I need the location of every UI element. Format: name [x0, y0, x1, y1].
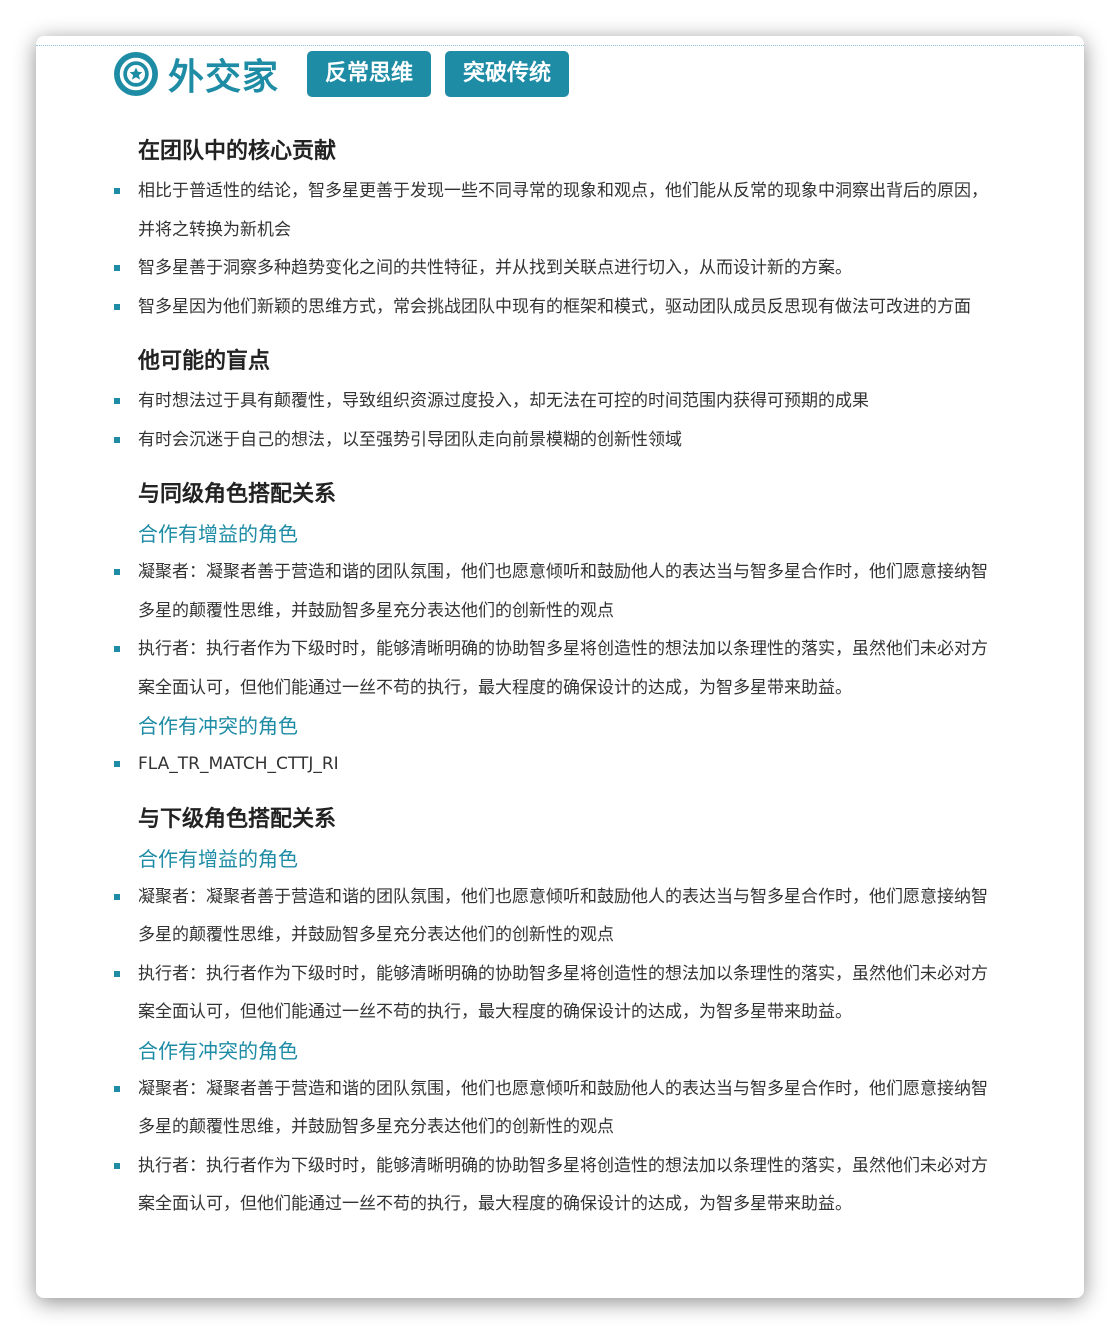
bullet-square-icon: [114, 436, 120, 443]
section-title: 与下级角色搭配关系: [138, 806, 337, 832]
role-title: 外交家: [168, 57, 280, 98]
bullet-square-icon: [114, 1162, 120, 1169]
section-title: 他可能的盲点: [138, 349, 271, 374]
peer-role-section: 与同级角色搭配关系 合作有增益的角色 凝聚者：凝聚者善于营造和谐的团队氛围，他们…: [114, 475, 1004, 784]
role-card: 外交家 反常思维 突破传统 在团队中的核心贡献 相比于普适性的结论，智多星更善于…: [36, 36, 1084, 1298]
bullet-square-icon: [114, 646, 120, 652]
subordinate-role-section: 与下级角色搭配关系 合作有增益的角色 凝聚者：凝聚者善于营造和谐的团队氛围，他们…: [114, 800, 1004, 1224]
bullet-square-icon: [114, 188, 120, 194]
bullet-list: FLA_TR_MATCH_CTTJ_RI: [114, 745, 1004, 784]
section-title: 与同级角色搭配关系: [138, 482, 337, 507]
bullet-square-icon: [114, 303, 120, 310]
bullet-square-icon: [114, 265, 120, 271]
bullet-square-icon: [114, 761, 120, 767]
list-item: 有时会沉迷于自己的想法，以至强势引导团队走向前景模糊的创新性领域: [114, 421, 1004, 460]
gain-subtitle: 合作有增益的角色: [138, 846, 298, 871]
bullet-list: 有时想法过于具有颠覆性，导致组织资源过度投入，却无法在可控的时间范围内获得可预期…: [114, 382, 1004, 459]
list-item: 凝聚者：凝聚者善于营造和谐的团队氛围，他们也愿意倾听和鼓励他人的表达当与智多星合…: [114, 1070, 1004, 1147]
role-content: 在团队中的核心贡献 相比于普适性的结论，智多星更善于发现一些不同寻常的现象和观点…: [114, 132, 1004, 1240]
list-item: FLA_TR_MATCH_CTTJ_RI: [114, 745, 1004, 784]
list-item: 智多星善于洞察多种趋势变化之间的共性特征，并从找到关联点进行切入，从而设计新的方…: [114, 249, 1004, 288]
bullet-square-icon: [114, 970, 120, 977]
bullet-list: 凝聚者：凝聚者善于营造和谐的团队氛围，他们也愿意倾听和鼓励他人的表达当与智多星合…: [114, 878, 1004, 1032]
core-contribution-section: 在团队中的核心贡献 相比于普适性的结论，智多星更善于发现一些不同寻常的现象和观点…: [114, 132, 1004, 326]
list-item: 凝聚者：凝聚者善于营造和谐的团队氛围，他们也愿意倾听和鼓励他人的表达当与智多星合…: [114, 553, 1004, 630]
top-divider: [36, 45, 1084, 46]
trait-tag-1: 反常思维: [307, 51, 432, 97]
list-item: 执行者：执行者作为下级时时，能够清晰明确的协助智多星将创造性的想法加以条理性的落…: [114, 955, 1004, 1032]
bullet-square-icon: [114, 569, 120, 575]
bullet-square-icon: [114, 398, 120, 404]
list-item: 智多星因为他们新颖的思维方式，常会挑战团队中现有的框架和模式，驱动团队成员反思现…: [114, 288, 1004, 327]
bullet-list: 凝聚者：凝聚者善于营造和谐的团队氛围，他们也愿意倾听和鼓励他人的表达当与智多星合…: [114, 1070, 1004, 1224]
blind-spot-section: 他可能的盲点 有时想法过于具有颠覆性，导致组织资源过度投入，却无法在可控的时间范…: [114, 342, 1004, 459]
bullet-square-icon: [114, 893, 120, 900]
bullet-square-icon: [114, 1085, 120, 1092]
star-badge-icon: [114, 52, 158, 96]
list-item: 执行者：执行者作为下级时时，能够清晰明确的协助智多星将创造性的想法加以条理性的落…: [114, 630, 1004, 707]
bullet-list: 相比于普适性的结论，智多星更善于发现一些不同寻常的现象和观点，他们能从反常的现象…: [114, 172, 1004, 326]
trait-tag-2: 突破传统: [445, 51, 570, 97]
gain-subtitle: 合作有增益的角色: [138, 522, 298, 546]
role-header: 外交家 反常思维 突破传统: [114, 50, 583, 98]
conflict-subtitle: 合作有冲突的角色: [138, 1038, 298, 1063]
bullet-list: 凝聚者：凝聚者善于营造和谐的团队氛围，他们也愿意倾听和鼓励他人的表达当与智多星合…: [114, 553, 1004, 707]
list-item: 有时想法过于具有颠覆性，导致组织资源过度投入，却无法在可控的时间范围内获得可预期…: [114, 382, 1004, 421]
list-item: 凝聚者：凝聚者善于营造和谐的团队氛围，他们也愿意倾听和鼓励他人的表达当与智多星合…: [114, 878, 1004, 955]
list-item: 相比于普适性的结论，智多星更善于发现一些不同寻常的现象和观点，他们能从反常的现象…: [114, 172, 1004, 249]
list-item: 执行者：执行者作为下级时时，能够清晰明确的协助智多星将创造性的想法加以条理性的落…: [114, 1147, 1004, 1224]
conflict-subtitle: 合作有冲突的角色: [138, 714, 298, 738]
section-title: 在团队中的核心贡献: [138, 139, 337, 164]
